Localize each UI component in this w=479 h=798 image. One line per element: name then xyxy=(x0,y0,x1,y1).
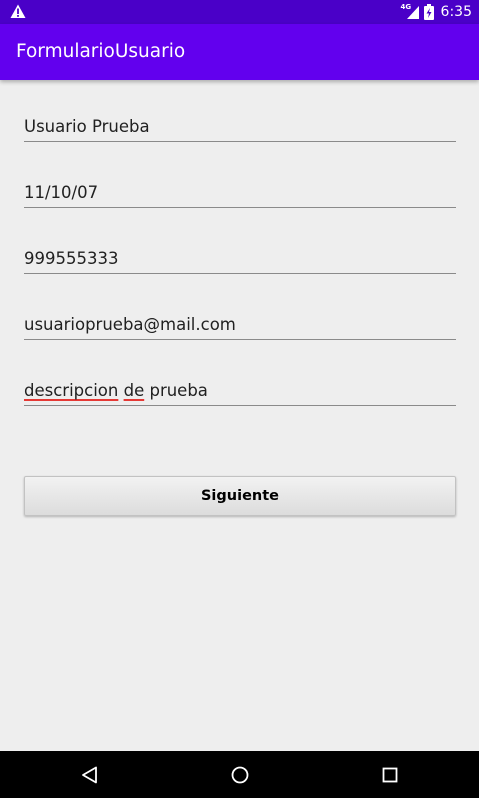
battery-charging-icon xyxy=(423,4,434,20)
network-indicator: 4G xyxy=(401,3,419,21)
description-word: prueba xyxy=(149,381,208,400)
description-value: descripcion de prueba xyxy=(24,381,208,400)
email-underline xyxy=(24,339,456,340)
name-value: Usuario Prueba xyxy=(24,117,150,136)
clock: 6:35 xyxy=(440,4,472,20)
next-button[interactable]: Siguiente xyxy=(24,476,456,516)
status-icons: 4G 6:35 xyxy=(401,0,472,24)
status-bar: 4G 6:35 xyxy=(0,0,479,24)
description-field[interactable]: descripcion de prueba xyxy=(24,366,456,406)
navigation-bar xyxy=(0,751,479,798)
phone-field[interactable]: 999555333 xyxy=(24,234,456,274)
signal-icon xyxy=(406,6,419,19)
recents-icon xyxy=(382,767,398,783)
name-field[interactable]: Usuario Prueba xyxy=(24,102,456,142)
home-button[interactable] xyxy=(224,759,256,791)
date-value: 11/10/07 xyxy=(24,183,99,202)
email-value: usuarioprueba@mail.com xyxy=(24,315,236,334)
misspelled-word: de xyxy=(123,381,145,400)
back-button[interactable] xyxy=(74,759,106,791)
warning-icon xyxy=(10,4,26,18)
name-underline xyxy=(24,141,456,142)
recents-button[interactable] xyxy=(374,759,406,791)
app-bar: FormularioUsuario xyxy=(0,24,479,80)
description-underline xyxy=(24,405,456,406)
date-underline xyxy=(24,207,456,208)
date-field[interactable]: 11/10/07 xyxy=(24,168,456,208)
email-field[interactable]: usuarioprueba@mail.com xyxy=(24,300,456,340)
app-title: FormularioUsuario xyxy=(16,41,186,62)
phone-value: 999555333 xyxy=(24,249,119,268)
back-icon xyxy=(82,766,97,784)
home-icon xyxy=(231,766,249,784)
misspelled-word: descripcion xyxy=(24,381,119,400)
phone-underline xyxy=(24,273,456,274)
